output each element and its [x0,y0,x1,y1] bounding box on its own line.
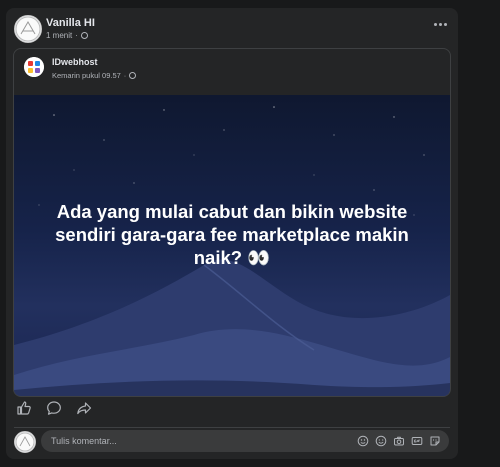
dot-icon [438,22,442,26]
dot-icon [433,22,437,26]
camera-icon[interactable] [393,435,405,447]
sticker-icon[interactable] [429,435,441,447]
post-image[interactable]: Ada yang mulai cabut dan bikin website s… [14,95,450,396]
shared-time[interactable]: Kemarin pukul 09.57 [52,71,121,80]
post-card: Vanilla HI 1 menit · IDwebhost Kemarin p… [6,8,458,459]
more-options-button[interactable] [432,19,448,29]
comment-icon[interactable] [46,400,62,416]
shared-post[interactable]: IDwebhost Kemarin pukul 09.57 · Ada yang… [13,48,451,397]
action-bar [16,400,92,416]
gif-icon[interactable] [411,435,423,447]
dot-icon [443,22,447,26]
meta-separator: · [75,31,78,40]
shared-author-avatar[interactable] [24,57,44,77]
avatar-sticker-icon[interactable] [357,435,369,447]
divider [14,427,450,428]
globe-icon [129,72,137,79]
comment-input[interactable] [41,435,357,447]
comment-box[interactable] [41,430,449,452]
post-meta: 1 menit · [46,31,88,40]
author-name[interactable]: Vanilla HI [46,17,95,29]
post-caption: Ada yang mulai cabut dan bikin website s… [55,201,409,268]
shared-meta: Kemarin pukul 09.57 · [52,71,137,80]
meta-separator: · [123,71,127,80]
globe-icon [80,32,88,39]
post-time[interactable]: 1 menit [46,31,72,40]
commenter-avatar[interactable] [14,431,36,453]
like-icon[interactable] [16,400,32,416]
comment-tools [357,435,449,447]
emoji-icon[interactable] [375,435,387,447]
shared-author-name[interactable]: IDwebhost [52,57,98,67]
author-avatar[interactable] [14,15,42,43]
share-icon[interactable] [76,400,92,416]
